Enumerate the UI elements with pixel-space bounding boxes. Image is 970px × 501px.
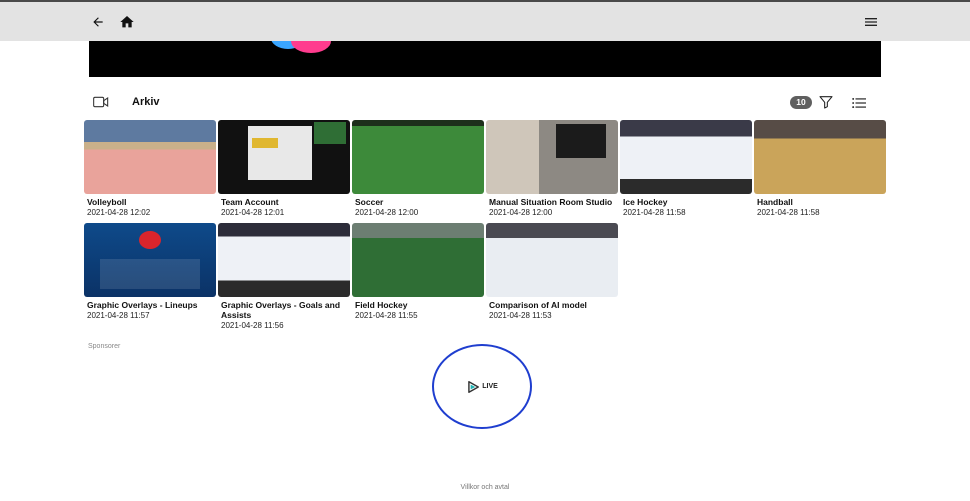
video-title: Graphic Overlays - Goals and Assists: [221, 300, 341, 320]
video-title: Ice Hockey: [623, 197, 668, 207]
video-card[interactable]: Graphic Overlays - Lineups 2021-04-28 11…: [84, 223, 216, 323]
sponsor-logo: LIVE: [466, 380, 498, 394]
back-button[interactable]: [88, 12, 108, 32]
video-camera-icon: [93, 95, 109, 113]
play-icon: [468, 380, 480, 393]
hamburger-menu-icon: [865, 18, 877, 26]
video-title: Manual Situation Room Studio: [489, 197, 613, 207]
video-title: Handball: [757, 197, 793, 207]
menu-button[interactable]: [861, 12, 881, 32]
video-title: Volleyboll: [87, 197, 127, 207]
video-count-badge: 10: [790, 96, 812, 109]
video-date: 2021-04-28 12:00: [489, 208, 553, 217]
video-date: 2021-04-28 12:02: [87, 208, 151, 217]
video-title: Graphic Overlays - Lineups: [87, 300, 198, 310]
sponsor-logo-text: LIVE: [482, 383, 498, 390]
video-title: Comparison of AI model: [489, 300, 587, 310]
video-card[interactable]: Manual Situation Room Studio 2021-04-28 …: [486, 120, 618, 220]
video-thumbnail: [754, 120, 886, 194]
arrow-left-icon: [93, 17, 103, 27]
list-view-icon[interactable]: [852, 96, 866, 114]
video-card[interactable]: Field Hockey 2021-04-28 11:55: [352, 223, 484, 323]
video-date: 2021-04-28 12:01: [221, 208, 285, 217]
filter-icon[interactable]: [818, 94, 834, 115]
video-card[interactable]: Graphic Overlays - Goals and Assists 202…: [218, 223, 350, 330]
video-title: Team Account: [221, 197, 279, 207]
video-date: 2021-04-28 11:55: [355, 311, 418, 320]
video-thumbnail: [352, 223, 484, 297]
home-button[interactable]: [117, 12, 137, 32]
archive-title: Arkiv: [132, 96, 160, 108]
brand-graphic-accent: [291, 41, 331, 53]
video-thumbnail: [84, 223, 216, 297]
top-bar: [0, 0, 970, 41]
sponsors-label: Sponsorer: [88, 343, 121, 350]
video-date: 2021-04-28 11:56: [221, 321, 284, 330]
video-thumbnail: [84, 120, 216, 194]
sponsor-logo-link[interactable]: LIVE: [432, 344, 532, 429]
video-thumbnail: [218, 120, 350, 194]
video-title: Field Hockey: [355, 300, 408, 310]
video-card[interactable]: Team Account 2021-04-28 12:01: [218, 120, 350, 220]
video-date: 2021-04-28 11:53: [489, 311, 552, 320]
video-card[interactable]: Comparison of AI model 2021-04-28 11:53: [486, 223, 618, 323]
video-date: 2021-04-28 11:58: [757, 208, 820, 217]
archive-header: Arkiv 10: [89, 92, 881, 114]
video-date: 2021-04-28 11:57: [87, 311, 150, 320]
footer: Villkor och avtal: [0, 484, 970, 491]
video-thumbnail: [486, 223, 618, 297]
video-card[interactable]: Soccer 2021-04-28 12:00: [352, 120, 484, 220]
video-title: Soccer: [355, 197, 384, 207]
hero-banner: [89, 41, 881, 77]
terms-link[interactable]: Villkor och avtal: [461, 484, 510, 491]
video-card[interactable]: Handball 2021-04-28 11:58: [754, 120, 886, 220]
video-date: 2021-04-28 12:00: [355, 208, 419, 217]
video-thumbnail: [620, 120, 752, 194]
video-thumbnail: [486, 120, 618, 194]
home-icon: [120, 16, 134, 28]
video-thumbnail: [218, 223, 350, 297]
video-card[interactable]: Ice Hockey 2021-04-28 11:58: [620, 120, 752, 220]
video-date: 2021-04-28 11:58: [623, 208, 686, 217]
video-card[interactable]: Volleyboll 2021-04-28 12:02: [84, 120, 216, 220]
video-thumbnail: [352, 120, 484, 194]
